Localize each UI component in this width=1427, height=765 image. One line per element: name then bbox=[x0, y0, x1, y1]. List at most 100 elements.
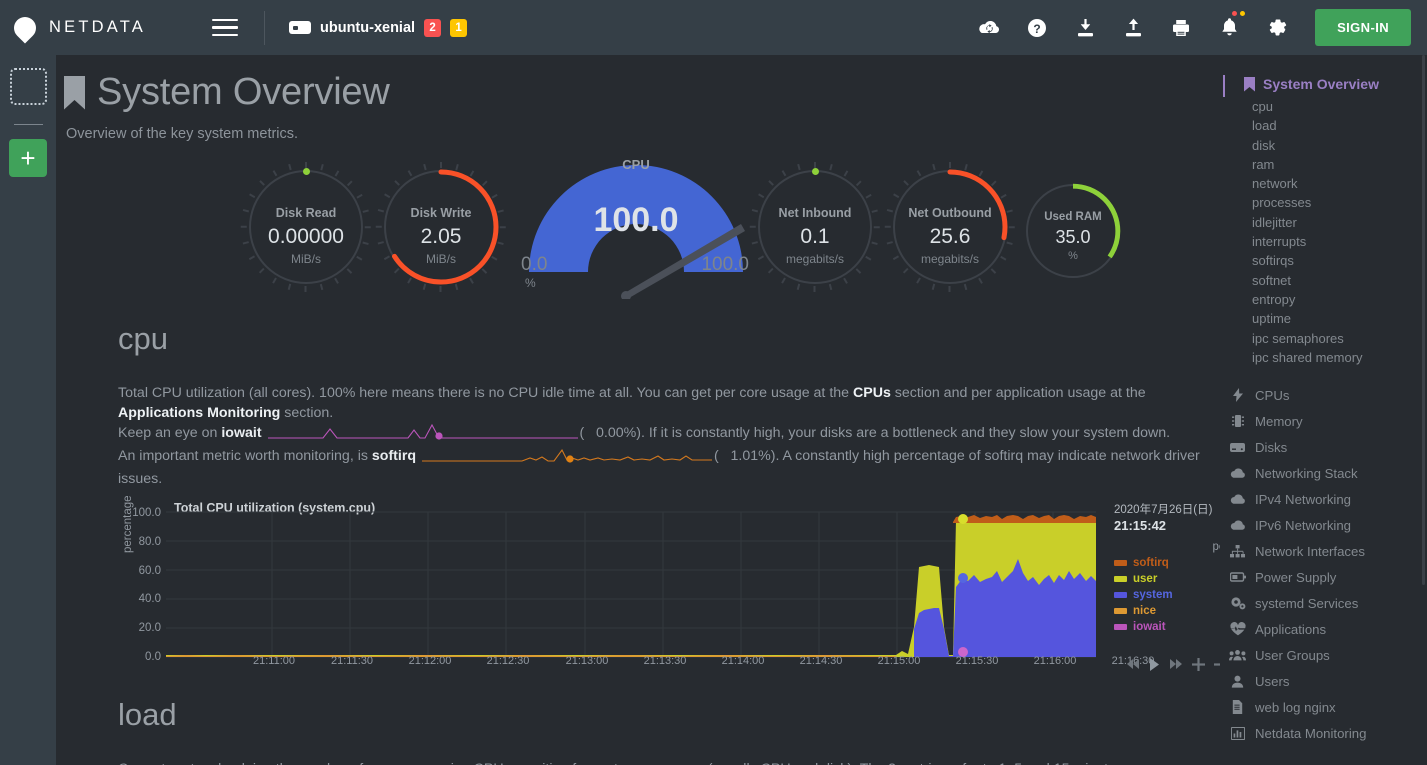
legend-series-name: iowait bbox=[1133, 621, 1166, 633]
sidebar-item-ram[interactable]: ram bbox=[1220, 155, 1427, 174]
chart-plot-area[interactable] bbox=[96, 509, 1096, 664]
sidebar-item-memory[interactable]: Memory bbox=[1220, 408, 1427, 434]
softirq-sparkline[interactable] bbox=[421, 447, 712, 469]
host-selector[interactable]: ubuntu-xenial 2 1 bbox=[289, 18, 468, 37]
sidebar-item-ipv4-networking[interactable]: IPv4 Networking bbox=[1220, 486, 1427, 512]
hamburger-menu-icon[interactable] bbox=[212, 18, 238, 37]
sidebar-item-cpu[interactable]: cpu bbox=[1220, 97, 1427, 116]
legend-date: 2020年7月26日(日) bbox=[1114, 504, 1213, 516]
sidebar-group-label: Netdata Monitoring bbox=[1255, 725, 1367, 741]
sidebar-item-disks[interactable]: Disks bbox=[1220, 434, 1427, 460]
sidebar-item-cpus[interactable]: CPUs bbox=[1220, 382, 1427, 408]
legend-row[interactable]: iowait 0.0 bbox=[1114, 621, 1220, 633]
x-tick: 21:11:00 bbox=[252, 655, 295, 667]
import-icon[interactable] bbox=[1061, 0, 1109, 55]
gauge-tick bbox=[843, 170, 849, 177]
sidebar-item-user-groups[interactable]: User Groups bbox=[1220, 642, 1427, 668]
cpu-chart[interactable]: Total CPU utilization (system.cpu) perce… bbox=[96, 495, 1220, 681]
gauge-cpu[interactable]: CPU 100.0 0.0 % 100.0 bbox=[511, 154, 761, 301]
settings-gear-icon[interactable] bbox=[1253, 0, 1301, 55]
sidebar-item-web-log-nginx[interactable]: web log nginx bbox=[1220, 694, 1427, 720]
gauge-net-outbound[interactable]: Net Outbound 25.6 megabits/s bbox=[885, 162, 1015, 292]
gauge-cpu-unit: % bbox=[525, 276, 536, 290]
sidebar-item-softnet[interactable]: softnet bbox=[1220, 271, 1427, 290]
cpu-paragraph-2: Keep an eye on iowait (0.00%). If it is … bbox=[118, 423, 1208, 446]
sidebar-item-disk[interactable]: disk bbox=[1220, 136, 1427, 155]
legend-row[interactable]: system 27.1 bbox=[1114, 589, 1220, 601]
x-tick: 21:14:30 bbox=[799, 655, 843, 667]
sidebar-item-uptime[interactable]: uptime bbox=[1220, 309, 1427, 328]
applications-monitoring-link[interactable]: Applications Monitoring bbox=[118, 405, 280, 421]
sidebar-item-idlejitter[interactable]: idlejitter bbox=[1220, 213, 1427, 232]
server-icon bbox=[289, 21, 311, 34]
sidebar-item-networking-stack[interactable]: Networking Stack bbox=[1220, 460, 1427, 486]
sidebar-active-label: System Overview bbox=[1263, 76, 1379, 92]
gauges-row: Disk Read 0.00000 MiB/s Disk Write 2.05 … bbox=[56, 157, 1220, 301]
sidebar-item-netdata-monitoring[interactable]: Netdata Monitoring bbox=[1220, 720, 1427, 746]
x-tick: 21:15:30 bbox=[955, 655, 999, 667]
heartbeat-icon bbox=[1229, 622, 1246, 637]
softirq-metric-label: softirq bbox=[371, 448, 417, 464]
bookmark-icon bbox=[64, 76, 85, 110]
gauge-label: Disk Read bbox=[275, 206, 337, 220]
legend-row[interactable]: softirq 1.0 bbox=[1114, 557, 1220, 569]
cloud-sync-icon[interactable] bbox=[965, 0, 1013, 55]
chart-legend: 2020年7月26日(日) 21:15:42 percentage softir… bbox=[1114, 501, 1220, 633]
rewind-icon[interactable] bbox=[1126, 658, 1140, 670]
legend-row[interactable]: nice 0.5 bbox=[1114, 605, 1220, 617]
sign-in-button[interactable]: SIGN-IN bbox=[1315, 9, 1411, 46]
user-icon bbox=[1229, 674, 1246, 689]
help-icon[interactable]: ? bbox=[1013, 0, 1061, 55]
sidebar-item-power-supply[interactable]: Power Supply bbox=[1220, 564, 1427, 590]
export-icon[interactable] bbox=[1109, 0, 1157, 55]
brand-logo[interactable]: NETDATA bbox=[0, 11, 212, 44]
cpu-p1-text-b: section and per application usage at the bbox=[890, 385, 1146, 401]
gauge-tick bbox=[856, 180, 862, 186]
netdata-logo-icon bbox=[9, 11, 41, 44]
sidebar-item-ipc-shared-memory[interactable]: ipc shared memory bbox=[1220, 348, 1427, 367]
sidebar-item-interrupts[interactable]: interrupts bbox=[1220, 232, 1427, 251]
sidebar-item-ipc-semaphores[interactable]: ipc semaphores bbox=[1220, 329, 1427, 348]
cpu-p2-text-a: Keep an eye on bbox=[118, 425, 222, 441]
sidebar-item-softirqs[interactable]: softirqs bbox=[1220, 251, 1427, 270]
empty-node-slot[interactable] bbox=[9, 68, 47, 105]
status-badge-critical[interactable]: 2 bbox=[424, 18, 442, 37]
gauge-disk-read[interactable]: Disk Read 0.00000 MiB/s bbox=[241, 162, 371, 292]
sidebar-item-network-interfaces[interactable]: Network Interfaces bbox=[1220, 538, 1427, 564]
battery-icon bbox=[1229, 570, 1246, 585]
iowait-sparkline[interactable] bbox=[267, 423, 578, 446]
sidebar-item-ipv6-networking[interactable]: IPv6 Networking bbox=[1220, 512, 1427, 538]
sidebar-item-load[interactable]: load bbox=[1220, 116, 1427, 135]
cloud-icon bbox=[1229, 466, 1246, 481]
gauge-net-inbound[interactable]: Net Inbound 0.1 megabits/s bbox=[750, 162, 880, 292]
legend-swatch bbox=[1114, 592, 1127, 598]
top-navigation-bar: NETDATA ubuntu-xenial 2 1 ? SIGN-IN bbox=[0, 0, 1427, 55]
forward-icon[interactable] bbox=[1169, 658, 1183, 670]
zoom-in-icon[interactable] bbox=[1192, 657, 1205, 671]
alarms-bell-icon[interactable] bbox=[1205, 0, 1253, 55]
cpus-link[interactable]: CPUs bbox=[853, 385, 891, 401]
sidebar-item-systemd-services[interactable]: systemd Services bbox=[1220, 590, 1427, 616]
legend-series-name: system bbox=[1133, 589, 1173, 601]
gauge-used-ram[interactable]: Used RAM 35.0 % bbox=[1020, 178, 1126, 284]
gauge-value: 0.00000 bbox=[268, 225, 344, 248]
play-icon[interactable] bbox=[1149, 657, 1160, 671]
sidebar-item-processes[interactable]: processes bbox=[1220, 193, 1427, 212]
load-section-description: Current system load, i.e. the number of … bbox=[118, 759, 1208, 765]
sidebar-item-network[interactable]: network bbox=[1220, 174, 1427, 193]
sidebar-scrollbar[interactable] bbox=[1422, 55, 1425, 585]
legend-swatch bbox=[1114, 624, 1127, 630]
print-icon[interactable] bbox=[1157, 0, 1205, 55]
status-badge-warning[interactable]: 1 bbox=[450, 18, 468, 37]
x-tick: 21:12:30 bbox=[486, 655, 530, 667]
iowait-value: 0.00% bbox=[596, 425, 637, 441]
gauge-tick bbox=[768, 180, 774, 186]
sidebar-item-applications[interactable]: Applications bbox=[1220, 616, 1427, 642]
section-heading-load: load bbox=[118, 697, 177, 732]
sidebar-item-users[interactable]: Users bbox=[1220, 668, 1427, 694]
legend-row[interactable]: user 71.4 bbox=[1114, 573, 1220, 585]
add-node-button[interactable]: + bbox=[9, 139, 47, 177]
sidebar-item-system-overview[interactable]: System Overview bbox=[1220, 71, 1427, 97]
sidebar-item-entropy[interactable]: entropy bbox=[1220, 290, 1427, 309]
gauge-disk-write[interactable]: Disk Write 2.05 MiB/s bbox=[376, 162, 506, 292]
